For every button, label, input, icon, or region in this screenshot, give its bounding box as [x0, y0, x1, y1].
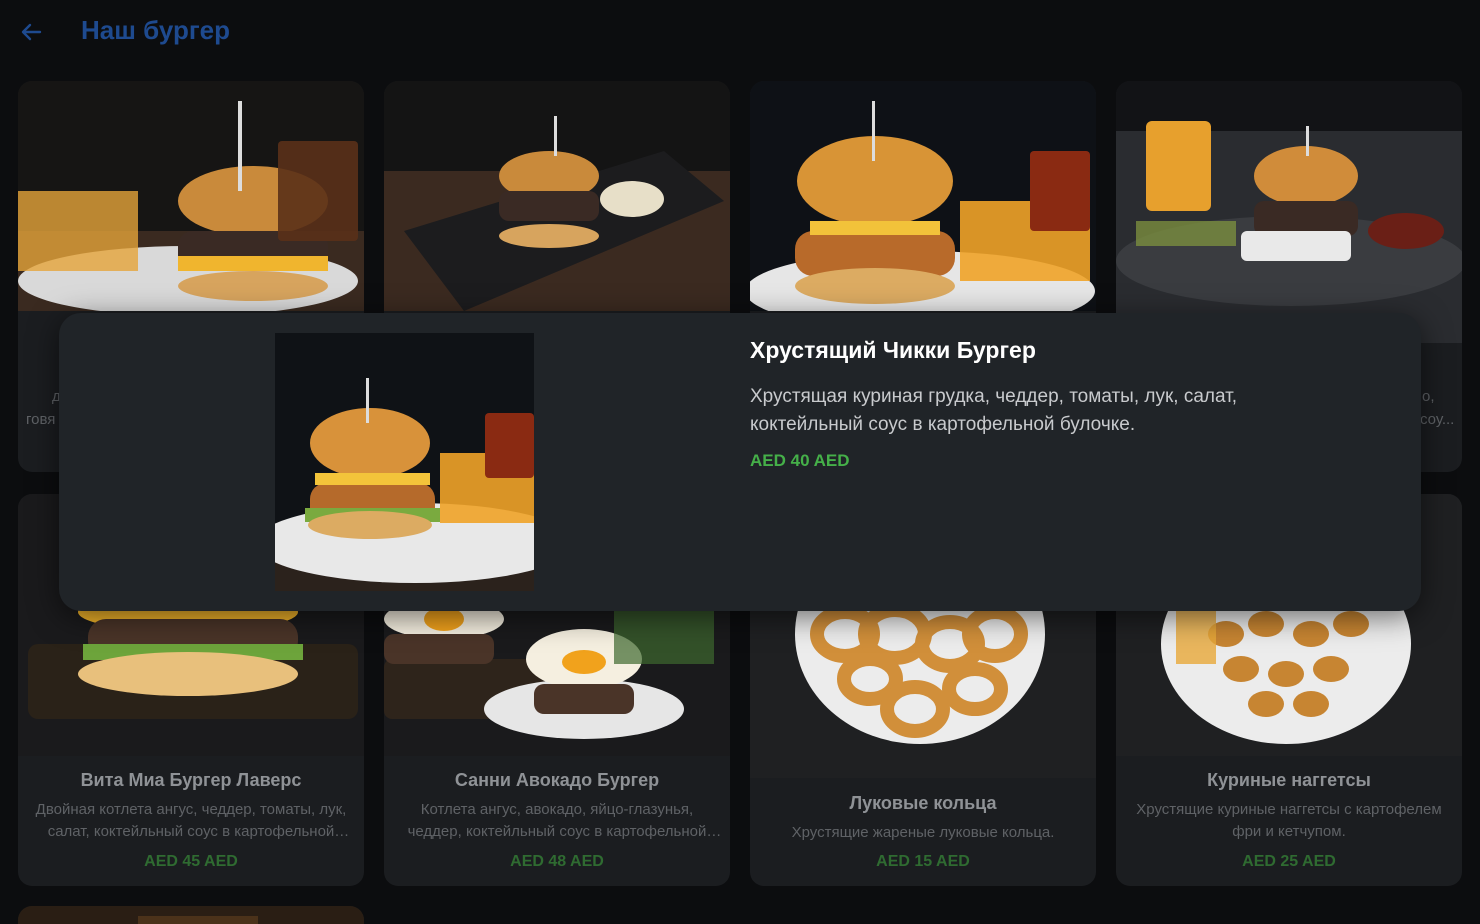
modal-price: AED 40 AED: [750, 451, 850, 470]
card-price: AED 48 AED: [510, 853, 604, 870]
card-title: Вита Миа Бургер Лаверс: [80, 770, 302, 790]
card-title: Луковые кольца: [849, 793, 997, 813]
card-description-peek: говя: [26, 411, 56, 428]
card-price: AED 45 AED: [144, 853, 238, 870]
modal-burger-image: [275, 333, 534, 591]
card-description: Котлета ангус, авокадо, яйцо-глазунья, ч…: [407, 801, 707, 840]
card-description-peek: о,: [1422, 388, 1435, 405]
burger-image: [18, 81, 364, 311]
card-description: Двойная котлета ангус, чеддер, томаты, л…: [35, 801, 347, 840]
card-description: Хрустящие жареные луковые кольца.: [791, 824, 1055, 841]
card-description-peek: соу...: [1420, 411, 1455, 428]
burger-image: [1116, 81, 1462, 343]
item-detail-modal[interactable]: Хрустящий Чикки Бургер Хрустящая куриная…: [59, 313, 1421, 611]
modal-title: Хрустящий Чикки Бургер: [750, 337, 1036, 363]
modal-description: Хрустящая куриная грудка, чеддер, томаты…: [750, 386, 1238, 435]
burger-image: [750, 81, 1096, 311]
menu-card[interactable]: [18, 906, 364, 924]
card-price: AED 25 AED: [1242, 853, 1336, 870]
burger-image: [384, 81, 730, 311]
app: Наш бургер Вита Миа Бургер Лаверс Двойна…: [0, 0, 1480, 924]
card-title: Санни Авокадо Бургер: [454, 770, 660, 790]
burger-image: [18, 906, 364, 924]
card-description: Хрустящие куриные наггетсы с картофелем …: [1136, 801, 1442, 840]
card-price: AED 15 AED: [876, 853, 970, 870]
card-title: Куриные наггетсы: [1207, 770, 1371, 790]
